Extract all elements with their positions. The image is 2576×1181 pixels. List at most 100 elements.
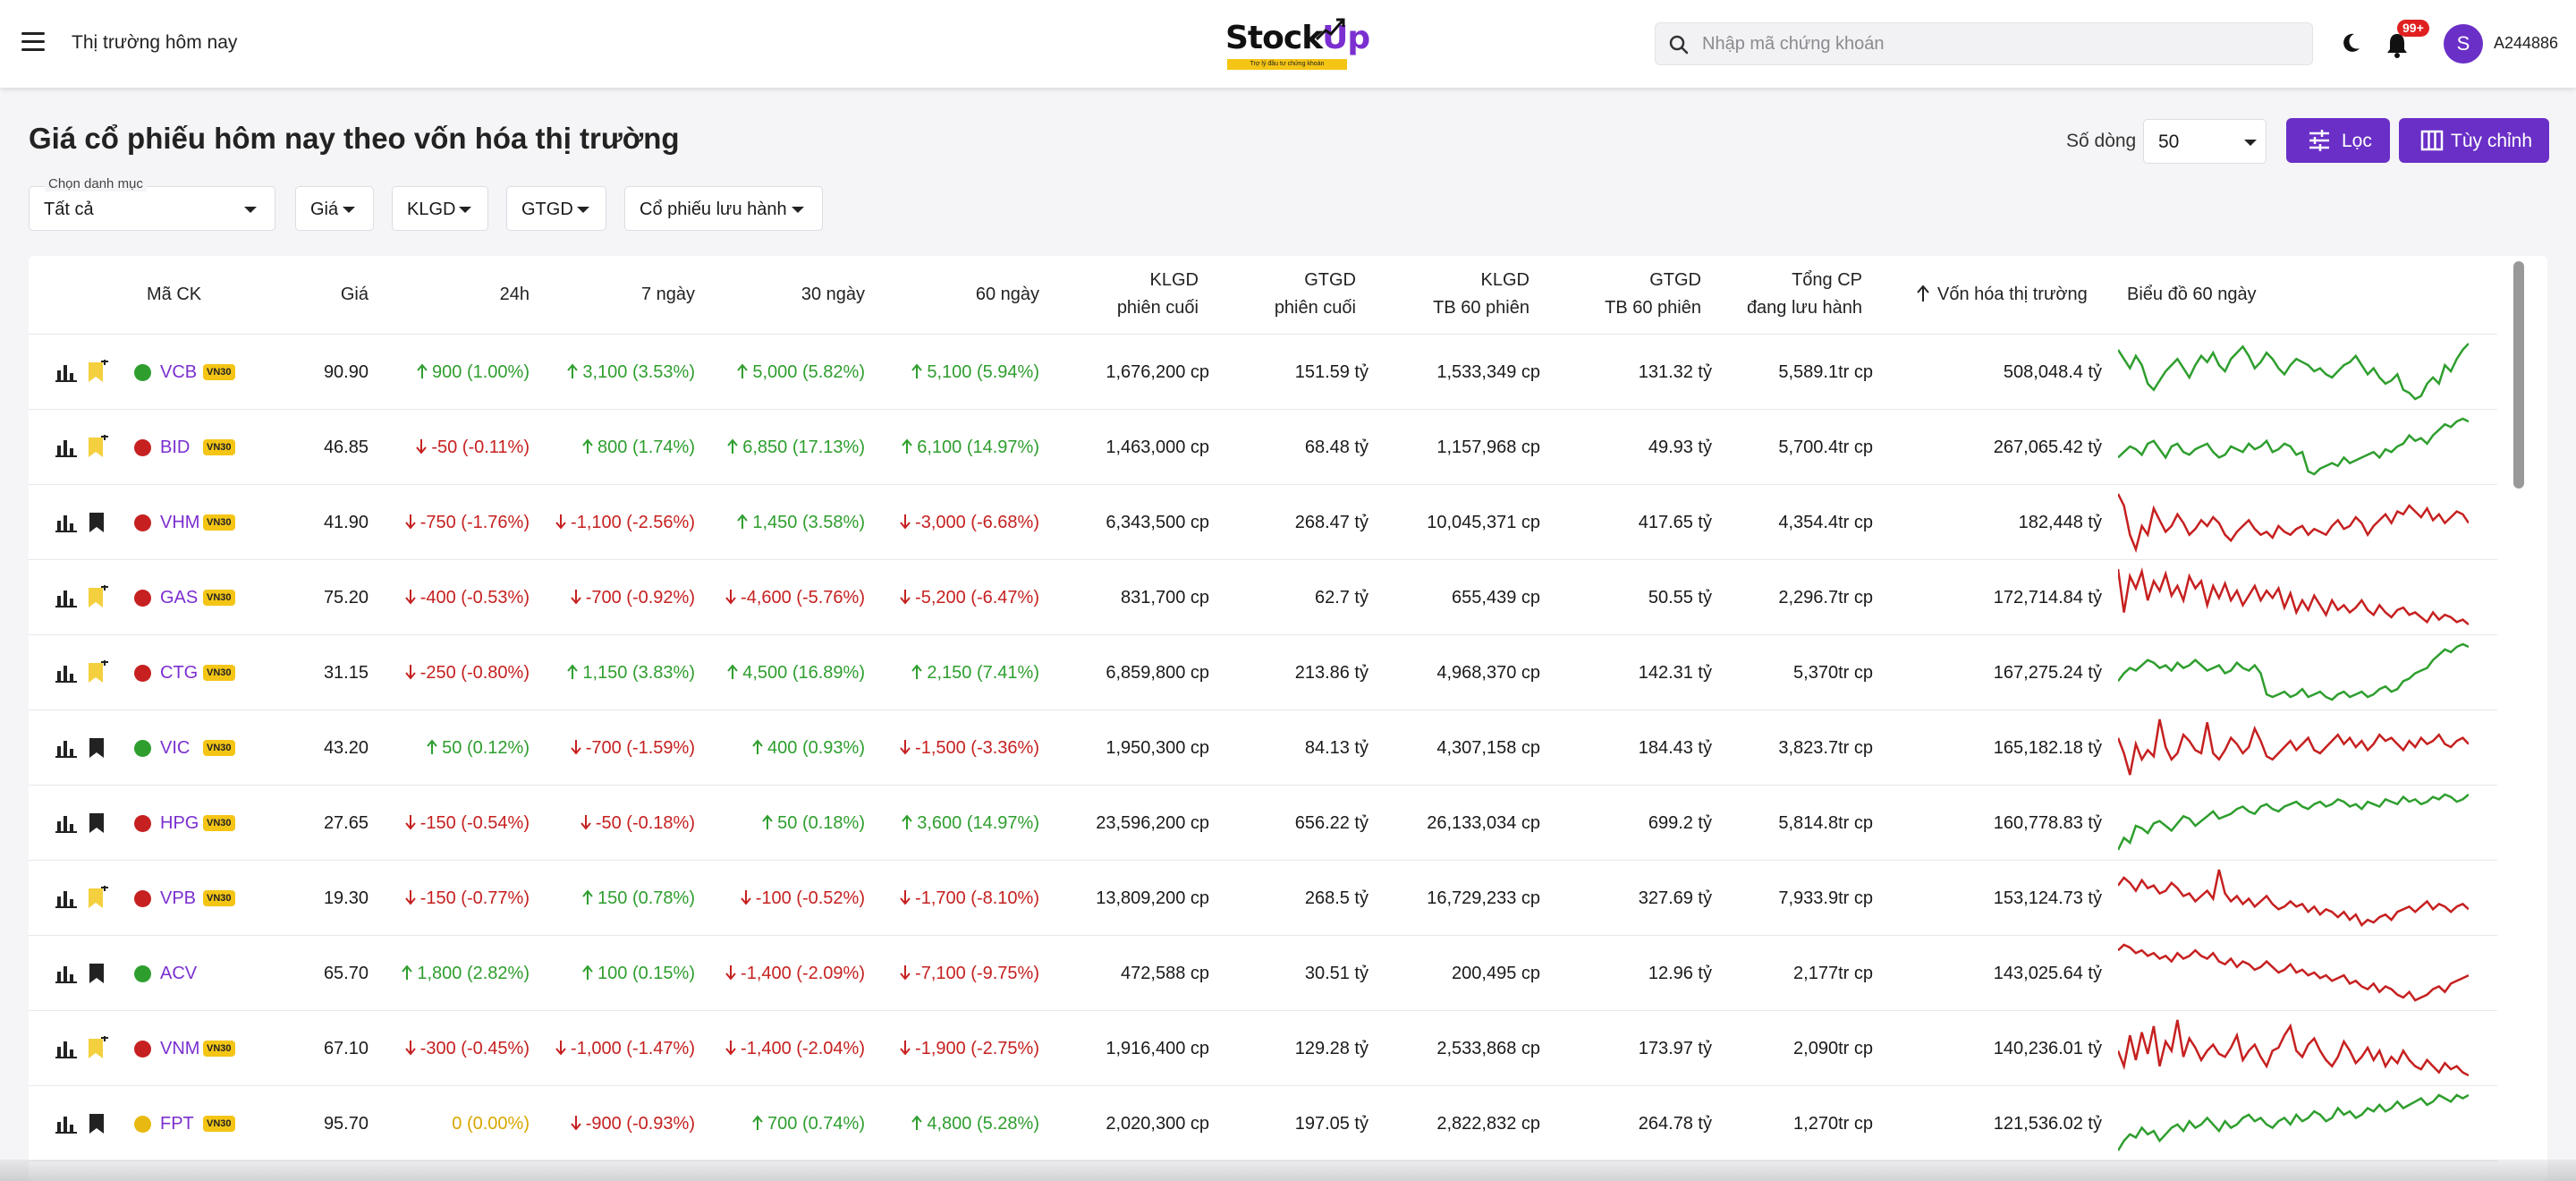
col-24h[interactable]: 24h bbox=[422, 281, 530, 309]
cell-mcap: 160,778.83 tỷ bbox=[1993, 813, 2102, 833]
col-price[interactable]: Giá bbox=[297, 281, 369, 309]
table-row[interactable]: VIC VN30 43.20 50 (0.12%) -700 (-1.59%) 400 (… bbox=[29, 710, 2497, 786]
bookmark-add-icon[interactable] bbox=[86, 360, 109, 385]
arrow-down-icon bbox=[570, 740, 581, 755]
stockup-logo[interactable]: StockUp Trợ lý đầu tư chứng khoán bbox=[1225, 16, 1370, 72]
bar-chart-icon[interactable] bbox=[55, 361, 77, 383]
stock-symbol[interactable]: VHM bbox=[160, 485, 199, 560]
stock-symbol[interactable]: ACV bbox=[160, 936, 197, 1011]
cell-d7: -900 (-0.93%) bbox=[530, 1086, 695, 1161]
table-row[interactable]: HPG VN30 27.65 -150 (-0.54%) -50 (-0.18%) 50 … bbox=[29, 786, 2497, 861]
col-mcap[interactable]: Vốn hóa thị trường bbox=[1916, 281, 2088, 309]
bookmark-add-icon[interactable] bbox=[86, 660, 109, 685]
category-select[interactable]: Tất cả bbox=[29, 186, 275, 231]
table-row[interactable]: CTG VN30 31.15 -250 (-0.80%) 1,150 (3.83%) 4,… bbox=[29, 635, 2497, 710]
cell-vavg: 655,439 cp bbox=[1452, 588, 1540, 607]
col-vol-avg[interactable]: KLGD TB 60 phiên bbox=[1379, 267, 1530, 322]
table-row[interactable]: FPT VN30 95.70 0 (0.00%) -900 (-0.93%) 700 (0… bbox=[29, 1086, 2497, 1161]
hamburger-menu-icon[interactable] bbox=[21, 32, 45, 52]
arrow-up-icon bbox=[762, 814, 773, 829]
cell-d7: 3,100 (3.53%) bbox=[530, 335, 695, 410]
cell-price: 46.85 bbox=[323, 438, 369, 457]
table-row[interactable]: GAS VN30 75.20 -400 (-0.53%) -700 (-0.92%) -4… bbox=[29, 560, 2497, 635]
bar-chart-icon[interactable] bbox=[55, 512, 77, 533]
cell-vol: 6,343,500 cp bbox=[1106, 513, 1209, 532]
arrow-down-icon bbox=[404, 815, 416, 830]
cell-shares: 3,823.7tr cp bbox=[1778, 738, 1873, 758]
arrow-down-icon bbox=[900, 740, 911, 755]
search-input[interactable] bbox=[1702, 23, 2292, 64]
stock-symbol[interactable]: GAS bbox=[160, 560, 198, 635]
value-filter[interactable]: GTGD bbox=[506, 186, 606, 231]
cell-d30: 1,450 (3.58%) bbox=[691, 485, 865, 560]
table-row[interactable]: VCB VN30 90.90 900 (1.00%) 3,100 (3.53%) 5,00… bbox=[29, 335, 2497, 410]
sparkline-60d bbox=[2118, 567, 2469, 625]
bookmark-icon[interactable] bbox=[86, 961, 109, 986]
bookmark-add-icon[interactable] bbox=[86, 1036, 109, 1061]
bookmark-icon[interactable] bbox=[86, 1111, 109, 1136]
cell-vol: 1,676,200 cp bbox=[1106, 362, 1209, 382]
bar-chart-icon[interactable] bbox=[55, 1038, 77, 1059]
notification-bell[interactable]: 99+ bbox=[2385, 20, 2429, 59]
avatar[interactable]: S bbox=[2444, 24, 2483, 64]
cell-h24: 1,800 (2.82%) bbox=[386, 936, 530, 1011]
price-filter[interactable]: Giá bbox=[295, 186, 374, 231]
bar-chart-icon[interactable] bbox=[55, 1113, 77, 1134]
cell-shares: 1,270tr cp bbox=[1793, 1114, 1873, 1134]
cell-mcap: 508,048.4 tỷ bbox=[2003, 362, 2102, 382]
username[interactable]: A244886 bbox=[2494, 34, 2558, 53]
table-row[interactable]: VPB VN30 19.30 -150 (-0.77%) 150 (0.78%) -100… bbox=[29, 861, 2497, 936]
bar-chart-icon[interactable] bbox=[55, 437, 77, 458]
col-symbol[interactable]: Mã CK bbox=[147, 281, 201, 309]
col-shares[interactable]: Tổng CP đang lưu hành bbox=[1728, 267, 1862, 322]
sparkline-60d bbox=[2118, 1019, 2469, 1077]
col-val-avg[interactable]: GTGD TB 60 phiên bbox=[1549, 267, 1701, 322]
bookmark-icon[interactable] bbox=[86, 510, 109, 535]
customize-button[interactable]: Tùy chỉnh bbox=[2399, 118, 2549, 163]
shares-filter[interactable]: Cổ phiếu lưu hành bbox=[624, 186, 823, 231]
rows-per-page-select[interactable]: 50 bbox=[2143, 119, 2267, 164]
bar-chart-icon[interactable] bbox=[55, 888, 77, 909]
bookmark-icon[interactable] bbox=[86, 735, 109, 760]
col-60d[interactable]: 60 ngày bbox=[887, 281, 1039, 309]
cell-vol: 831,700 cp bbox=[1121, 588, 1209, 607]
stock-symbol[interactable]: BID bbox=[160, 410, 190, 485]
col-7d[interactable]: 7 ngày bbox=[565, 281, 695, 309]
stock-symbol[interactable]: VCB bbox=[160, 335, 197, 410]
table-row[interactable]: BID VN30 46.85 -50 (-0.11%) 800 (1.74%) 6,850… bbox=[29, 410, 2497, 485]
bookmark-add-icon[interactable] bbox=[86, 585, 109, 610]
status-dot bbox=[134, 514, 151, 531]
table-row[interactable]: ACV 65.70 1,800 (2.82%) 100 (0.15%) -1,400 (… bbox=[29, 936, 2497, 1011]
bar-chart-icon[interactable] bbox=[55, 587, 77, 608]
filter-button[interactable]: Lọc bbox=[2286, 118, 2390, 163]
col-vol-last[interactable]: KLGD phiên cuối bbox=[1066, 267, 1199, 322]
stock-symbol[interactable]: CTG bbox=[160, 635, 198, 710]
col-30d[interactable]: 30 ngày bbox=[726, 281, 865, 309]
sparkline-60d bbox=[2118, 869, 2469, 927]
stock-symbol[interactable]: VPB bbox=[160, 861, 196, 936]
stock-symbol[interactable]: FPT bbox=[160, 1086, 194, 1161]
vertical-scrollbar[interactable] bbox=[2513, 261, 2524, 489]
col-val-last[interactable]: GTGD phiên cuối bbox=[1236, 267, 1356, 322]
bar-chart-icon[interactable] bbox=[55, 662, 77, 684]
table-row[interactable]: VNM VN30 67.10 -300 (-0.45%) -1,000 (-1.47%)… bbox=[29, 1011, 2497, 1086]
cell-d60: -7,100 (-9.75%) bbox=[869, 936, 1039, 1011]
cell-price: 90.90 bbox=[323, 362, 369, 382]
bar-chart-icon[interactable] bbox=[55, 963, 77, 984]
bookmark-add-icon[interactable] bbox=[86, 435, 109, 460]
bookmark-icon[interactable] bbox=[86, 811, 109, 836]
bar-chart-icon[interactable] bbox=[55, 812, 77, 834]
table-row[interactable]: VHM VN30 41.90 -750 (-1.76%) -1,100 (-2.56%)… bbox=[29, 485, 2497, 560]
dark-mode-moon-icon[interactable] bbox=[2338, 30, 2363, 55]
bookmark-add-icon[interactable] bbox=[86, 886, 109, 911]
cell-h24: -400 (-0.53%) bbox=[386, 560, 530, 635]
status-dot bbox=[134, 1041, 151, 1058]
cell-valavg: 49.93 tỷ bbox=[1648, 438, 1712, 457]
vn30-badge: VN30 bbox=[203, 815, 235, 831]
search-box[interactable] bbox=[1655, 22, 2313, 65]
volume-filter[interactable]: KLGD bbox=[392, 186, 488, 231]
stock-symbol[interactable]: HPG bbox=[160, 786, 199, 861]
bar-chart-icon[interactable] bbox=[55, 737, 77, 759]
stock-symbol[interactable]: VNM bbox=[160, 1011, 199, 1086]
stock-symbol[interactable]: VIC bbox=[160, 710, 190, 786]
